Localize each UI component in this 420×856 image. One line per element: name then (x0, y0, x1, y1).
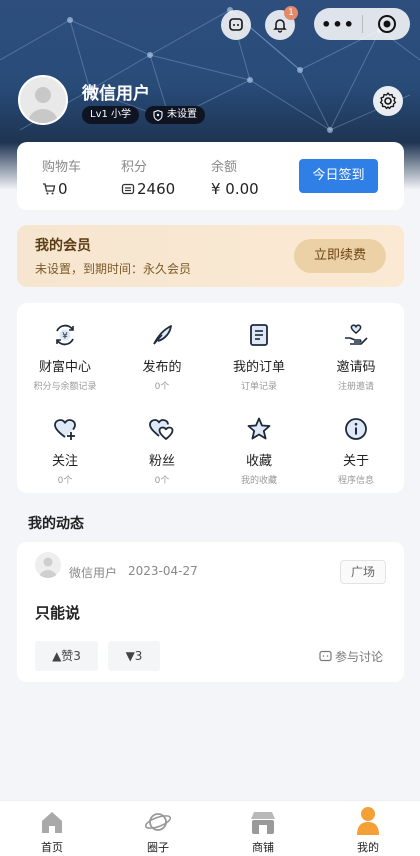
post-content: 只能说 (35, 604, 81, 622)
hearts-icon (149, 419, 174, 440)
default-avatar-icon (28, 87, 58, 123)
points-stat[interactable]: 积分 2460 (121, 156, 175, 198)
function-grid: ¥ 财富中心 积分与余额记录 发布的 0个 我的订单 订单记录 邀请码 注册邀请… (17, 303, 404, 493)
tab-profile[interactable]: 我的 (338, 807, 398, 855)
discuss-button[interactable]: 参与讨论 (319, 648, 383, 665)
membership-title: 我的会员 (35, 238, 91, 254)
grid-title: 发布的 (142, 360, 182, 375)
grid-item-orders[interactable]: 我的订单 订单记录 (211, 321, 307, 392)
default-avatar-icon (39, 557, 57, 578)
tab-home[interactable]: 首页 (22, 807, 82, 855)
points-icon (121, 183, 135, 195)
avatar[interactable] (18, 75, 68, 125)
tab-label: 我的 (357, 841, 379, 854)
verify-tag: 未设置 (145, 106, 205, 124)
points-label: 积分 (121, 160, 148, 175)
grid-title: 关注 (51, 454, 78, 469)
username: 微信用户 (82, 84, 150, 104)
balance-stat[interactable]: 余额 ¥ 0.00 (211, 156, 259, 198)
invite-icon (345, 324, 368, 345)
membership-subtitle: 未设置，到期时间：永久会员 (35, 262, 192, 276)
cart-stat[interactable]: 购物车 0 (42, 156, 81, 198)
post-author-name: 微信用户 (69, 566, 118, 580)
gear-icon (379, 92, 397, 110)
renew-button[interactable]: 立即续费 (294, 239, 386, 273)
cart-icon (43, 183, 56, 195)
cart-label: 购物车 (42, 160, 82, 175)
tab-label: 商铺 (252, 841, 274, 854)
grid-subtitle: 0个 (57, 476, 73, 486)
verify-tag-label: 未设置 (167, 109, 197, 120)
grid-title: 收藏 (245, 454, 272, 469)
grid-subtitle: 0个 (154, 382, 170, 392)
grid-item-wealth[interactable]: ¥ 财富中心 积分与余额记录 (17, 321, 113, 392)
miniprogram-capsule: ••• (314, 8, 410, 40)
grid-subtitle: 我的收藏 (240, 476, 277, 486)
discuss-label: 参与讨论 (335, 650, 384, 664)
grid-item-published[interactable]: 发布的 0个 (114, 321, 210, 392)
balance-value: ¥ 0.00 (211, 180, 259, 198)
planet-icon (144, 813, 172, 831)
grid-item-about[interactable]: 关于 程序信息 (308, 415, 404, 486)
upvote-button[interactable]: ▲赞3 (35, 641, 98, 671)
grid-subtitle: 0个 (154, 476, 170, 486)
shield-icon (153, 109, 163, 121)
tab-label: 圈子 (147, 841, 169, 854)
grid-subtitle: 订单记录 (240, 382, 277, 392)
stats-card: 购物车 0 积分 2460 余额 ¥ 0.00 今日签到 (17, 142, 404, 210)
post-category-chip[interactable]: 广场 (340, 560, 387, 584)
home-icon (42, 812, 62, 833)
close-miniprogram-button[interactable] (363, 14, 410, 34)
grid-subtitle: 注册邀请 (337, 382, 374, 392)
daily-signin-button[interactable]: 今日签到 (299, 159, 378, 193)
tab-shop[interactable]: 商铺 (233, 807, 293, 855)
feather-icon (153, 325, 172, 345)
post-date: 2023-04-27 (128, 564, 198, 578)
section-title-my-feed: 我的动态 (28, 516, 84, 532)
profile-icon (357, 807, 379, 835)
feed-post[interactable]: 微信用户 2023-04-27 广场 只能说 ▲赞3 ▼3 参与讨论 (17, 542, 404, 682)
grid-title: 财富中心 (38, 360, 91, 375)
tab-label: 首页 (41, 841, 63, 854)
settings-button[interactable] (373, 86, 403, 116)
shop-icon (251, 812, 275, 834)
membership-card: 我的会员 未设置，到期时间：永久会员 立即续费 (17, 225, 404, 287)
grid-subtitle: 程序信息 (337, 476, 374, 486)
info-icon (345, 418, 367, 440)
chat-button[interactable] (221, 10, 251, 40)
grid-item-fans[interactable]: 粉丝 0个 (114, 415, 210, 486)
chat-icon (229, 18, 243, 31)
star-icon (247, 417, 271, 440)
points-value: 2460 (137, 180, 176, 198)
bottom-tab-bar: 首页 圈子 商铺 我的 (0, 800, 420, 856)
notification-badge: 1 (284, 6, 298, 20)
grid-subtitle: 积分与余额记录 (33, 382, 97, 392)
svg-text:¥: ¥ (62, 332, 68, 342)
wealth-icon: ¥ (56, 324, 74, 346)
grid-title: 我的订单 (232, 360, 285, 375)
grid-title: 粉丝 (148, 454, 175, 469)
grid-item-favorites[interactable]: 收藏 我的收藏 (211, 415, 307, 486)
grid-item-invite[interactable]: 邀请码 注册邀请 (308, 321, 404, 392)
level-tag-label: Lv1 小学 (90, 109, 132, 120)
more-menu-button[interactable]: ••• (314, 15, 362, 34)
cart-value: 0 (58, 180, 68, 198)
comment-icon (319, 650, 332, 662)
grid-item-follow[interactable]: 关注 0个 (17, 415, 113, 486)
target-icon (377, 15, 396, 33)
downvote-button[interactable]: ▼3 (108, 641, 160, 671)
grid-title: 关于 (342, 454, 369, 469)
bell-icon (273, 19, 287, 33)
grid-title: 邀请码 (336, 360, 376, 375)
post-author-avatar[interactable] (35, 552, 61, 578)
level-tag: Lv1 小学 (82, 106, 140, 124)
balance-label: 余额 (211, 160, 238, 175)
order-icon (250, 324, 268, 346)
tab-circle[interactable]: 圈子 (128, 807, 188, 855)
heart-plus-icon (54, 419, 76, 440)
